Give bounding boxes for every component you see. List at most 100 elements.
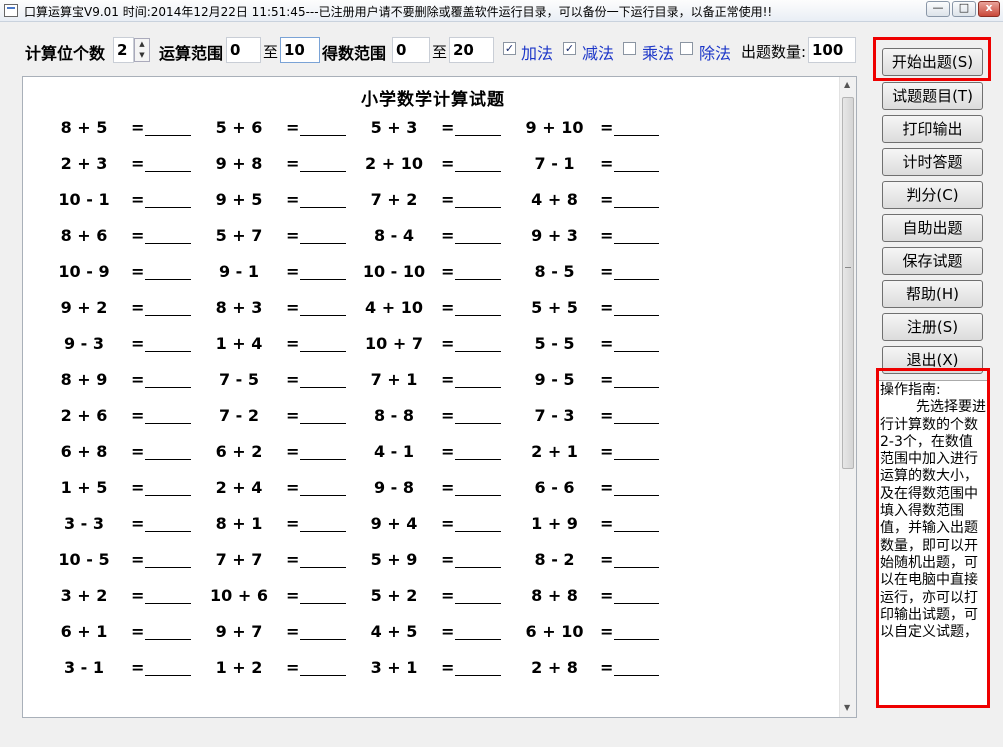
score-button[interactable]: 判分(C) (882, 181, 983, 209)
answer-blank[interactable] (300, 262, 347, 280)
answer-blank[interactable] (300, 370, 347, 388)
answer-blank[interactable] (455, 298, 502, 316)
mul-label[interactable]: 乘法 (642, 40, 674, 64)
answer-blank[interactable] (145, 190, 192, 208)
answer-blank[interactable] (455, 586, 502, 604)
answer-blank[interactable] (300, 658, 347, 676)
answer-blank[interactable] (455, 550, 502, 568)
register-button[interactable]: 注册(S) (882, 313, 983, 341)
problem-expression: 10 - 1 (58, 189, 110, 209)
answer-blank[interactable] (145, 586, 192, 604)
save-button[interactable]: 保存试题 (882, 247, 983, 275)
answer-blank[interactable] (145, 370, 192, 388)
answer-blank[interactable] (614, 478, 659, 496)
div-checkbox[interactable] (680, 42, 693, 55)
answer-blank[interactable] (614, 442, 659, 460)
answer-blank[interactable] (145, 334, 192, 352)
range-from-input[interactable]: 0 (226, 37, 261, 63)
answer-blank[interactable] (300, 154, 347, 172)
answer-blank[interactable] (145, 298, 192, 316)
answer-blank[interactable] (145, 226, 192, 244)
answer-blank[interactable] (614, 586, 659, 604)
answer-blank[interactable] (300, 442, 347, 460)
range-to-input[interactable]: 10 (280, 37, 320, 63)
answer-blank[interactable] (614, 154, 659, 172)
answer-blank[interactable] (455, 226, 502, 244)
div-label[interactable]: 除法 (699, 40, 731, 64)
help-button[interactable]: 帮助(H) (882, 280, 983, 308)
answer-blank[interactable] (614, 262, 659, 280)
answer-blank[interactable] (145, 478, 192, 496)
answer-blank[interactable] (455, 478, 502, 496)
spin-up-icon[interactable]: ▲ (135, 39, 149, 50)
answer-blank[interactable] (300, 622, 347, 640)
answer-blank[interactable] (145, 442, 192, 460)
answer-blank[interactable] (455, 154, 502, 172)
sub-label[interactable]: 减法 (582, 40, 614, 64)
answer-blank[interactable] (455, 658, 502, 676)
answer-blank[interactable] (614, 118, 659, 136)
answer-blank[interactable] (145, 406, 192, 424)
answer-blank[interactable] (455, 514, 502, 532)
add-label[interactable]: 加法 (521, 40, 553, 64)
answer-blank[interactable] (614, 514, 659, 532)
answer-blank[interactable] (614, 370, 659, 388)
answer-blank[interactable] (300, 406, 347, 424)
maximize-button[interactable]: □ (952, 1, 976, 17)
spin-down-icon[interactable]: ▼ (135, 50, 149, 61)
answer-blank[interactable] (300, 550, 347, 568)
scroll-up-icon[interactable]: ▲ (844, 80, 850, 89)
answer-blank[interactable] (614, 190, 659, 208)
answer-blank[interactable] (614, 658, 659, 676)
answer-blank[interactable] (300, 226, 347, 244)
question-count-input[interactable]: 100 (808, 37, 856, 63)
answer-blank[interactable] (614, 550, 659, 568)
vertical-scrollbar[interactable]: ▲ ▼ (839, 77, 856, 717)
answer-blank[interactable] (614, 406, 659, 424)
problem-expression: 9 - 3 (63, 333, 105, 353)
result-to-input[interactable]: 20 (449, 37, 494, 63)
answer-blank[interactable] (455, 262, 502, 280)
answer-blank[interactable] (145, 658, 192, 676)
answer-blank[interactable] (145, 118, 192, 136)
scroll-thumb[interactable] (842, 97, 854, 469)
problem-expression: 6 + 8 (60, 441, 108, 461)
answer-blank[interactable] (614, 226, 659, 244)
answer-blank[interactable] (455, 190, 502, 208)
print-button[interactable]: 打印输出 (882, 115, 983, 143)
answer-blank[interactable] (300, 298, 347, 316)
mul-checkbox[interactable] (623, 42, 636, 55)
problems-button[interactable]: 试题题目(T) (882, 82, 983, 110)
digit-count-spinner[interactable]: ▲ ▼ (134, 38, 150, 62)
result-from-input[interactable]: 0 (392, 37, 430, 63)
answer-blank[interactable] (300, 190, 347, 208)
answer-blank[interactable] (300, 334, 347, 352)
answer-blank[interactable] (455, 118, 502, 136)
minimize-button[interactable]: — (926, 1, 950, 17)
answer-blank[interactable] (614, 334, 659, 352)
answer-blank[interactable] (145, 262, 192, 280)
custom-problems-button[interactable]: 自助出题 (882, 214, 983, 242)
sub-checkbox[interactable]: ✓ (563, 42, 576, 55)
answer-blank[interactable] (300, 586, 347, 604)
answer-blank[interactable] (145, 154, 192, 172)
answer-blank[interactable] (455, 622, 502, 640)
worksheet-area[interactable]: 小学数学计算试题 8 + 5 = 5 + 6 = 5 + 3 = 9 + 10 = 2 + 3 =… (22, 76, 857, 718)
answer-blank[interactable] (145, 550, 192, 568)
answer-blank[interactable] (455, 334, 502, 352)
answer-blank[interactable] (145, 514, 192, 532)
answer-blank[interactable] (455, 442, 502, 460)
scroll-down-icon[interactable]: ▼ (844, 703, 850, 712)
timed-answer-button[interactable]: 计时答题 (882, 148, 983, 176)
answer-blank[interactable] (455, 406, 502, 424)
answer-blank[interactable] (300, 478, 347, 496)
answer-blank[interactable] (614, 298, 659, 316)
answer-blank[interactable] (300, 118, 347, 136)
close-button[interactable]: x (978, 1, 1000, 17)
answer-blank[interactable] (614, 622, 659, 640)
answer-blank[interactable] (455, 370, 502, 388)
add-checkbox[interactable]: ✓ (503, 42, 516, 55)
answer-blank[interactable] (145, 622, 192, 640)
digit-count-input[interactable]: 2 (113, 37, 134, 63)
answer-blank[interactable] (300, 514, 347, 532)
